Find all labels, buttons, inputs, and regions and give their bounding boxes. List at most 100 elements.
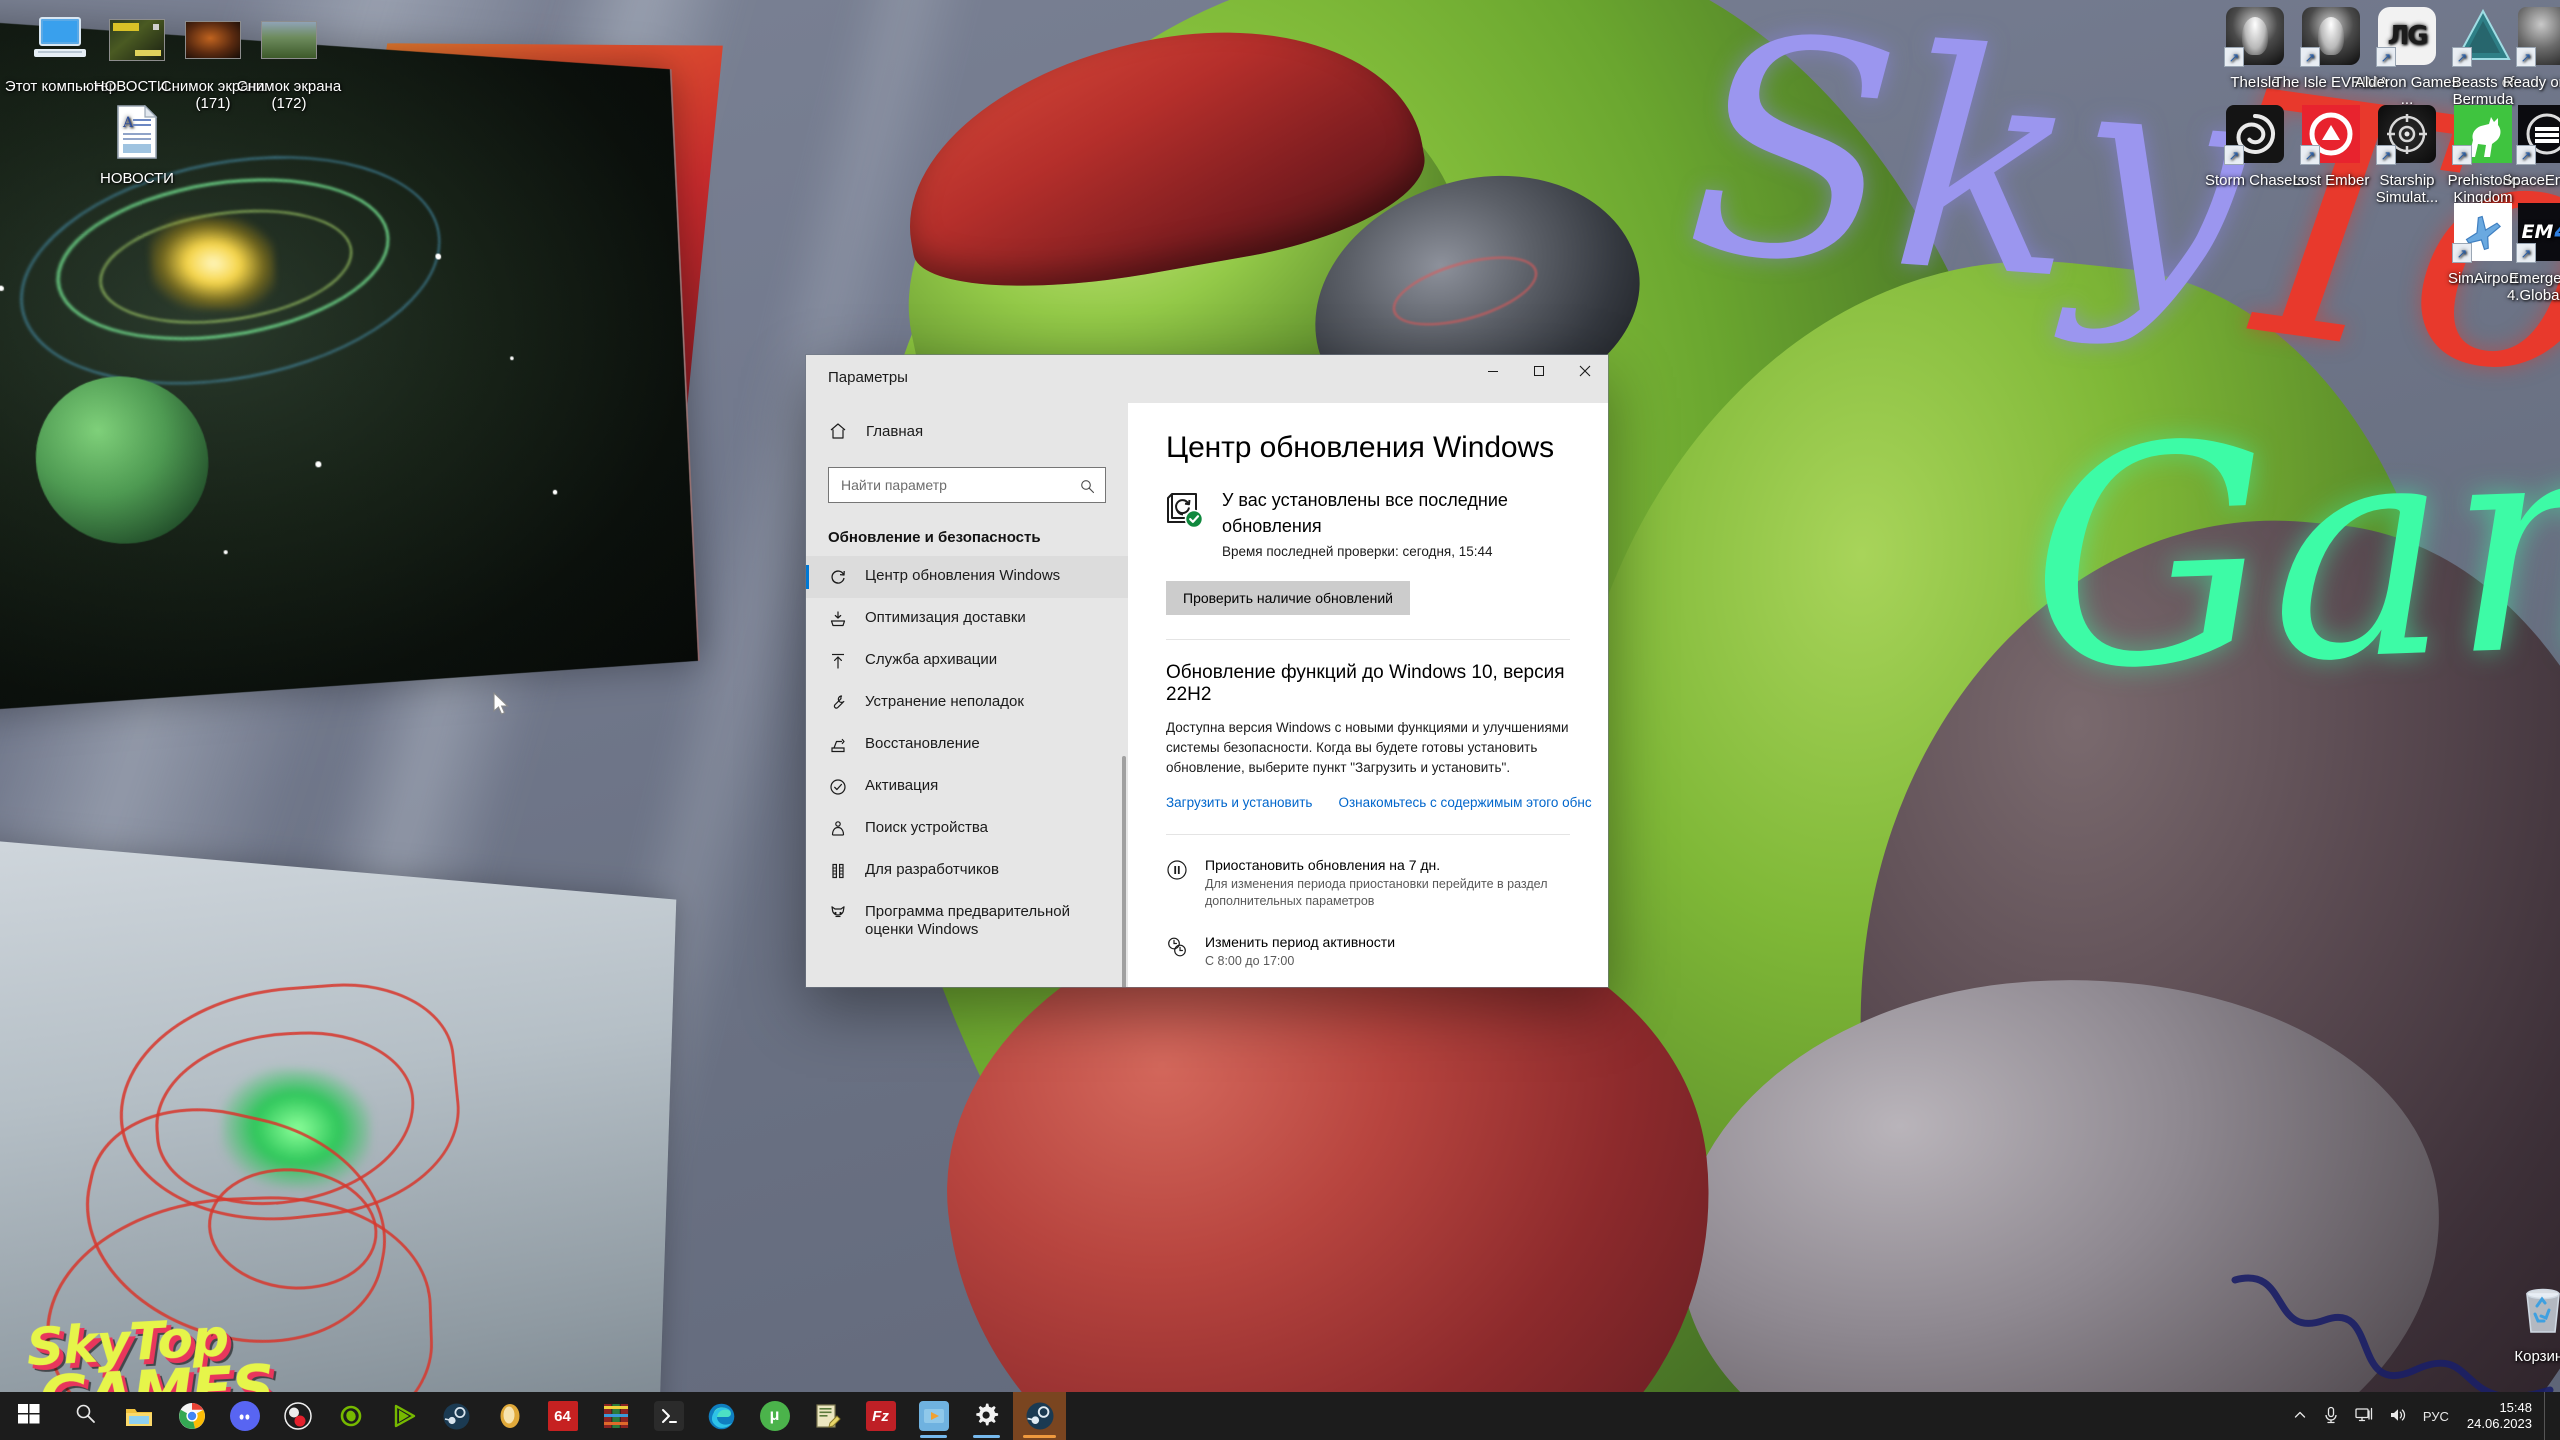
star [552,489,558,495]
check-for-updates-button[interactable]: Проверить наличие обновлений [1166,581,1410,615]
svg-text:A: A [122,115,134,131]
recycle-bin-icon [2511,1278,2560,1342]
settings-window[interactable]: Параметры Главная Найти параметр Обновле… [806,355,1608,987]
star [509,356,514,361]
sidebar-item-find-device[interactable]: Поиск устройства [806,808,1128,850]
search-input[interactable] [828,467,1106,503]
tray-language-indicator[interactable]: РУС [2415,1392,2457,1440]
sidebar-item-troubleshoot[interactable]: Устранение неполадок [806,682,1128,724]
shortcut-overlay-icon: ↗ [2452,47,2472,67]
taskbar: 64 μ Fz РУС 15:48 24.06.2023 [0,1392,2560,1440]
tray-microphone-button[interactable] [2315,1392,2347,1440]
taskbar-app-terminal[interactable] [642,1392,695,1440]
system-tray: РУС 15:48 24.06.2023 [2285,1392,2560,1440]
chevron-up-icon [2293,1408,2307,1425]
taskbar-app-steam-small[interactable] [430,1392,483,1440]
search-icon[interactable] [1076,475,1098,497]
play-green-icon [389,1401,419,1431]
64-icon: 64 [547,1401,578,1431]
taskbar-app-file-explorer[interactable] [112,1392,165,1440]
desktop-icon-label: Корзина [2514,1348,2560,1365]
steam-icon [442,1401,472,1431]
taskbar-app-nvidia-geforce[interactable] [324,1392,377,1440]
developer-tools-icon [828,861,848,881]
tray-network-button[interactable] [2347,1392,2381,1440]
show-desktop-button[interactable] [2544,1392,2554,1440]
option-subtitle: Для изменения периода приостановки перей… [1205,877,1548,908]
sidebar-item-activation[interactable]: Активация [806,766,1128,808]
window-title-bar[interactable]: Параметры [806,355,1608,403]
taskbar-app-microsoft-edge[interactable] [695,1392,748,1440]
sidebar-item-windows-update[interactable]: Центр обновления Windows [806,556,1128,598]
insider-program-icon [828,903,848,923]
shortcut-overlay-icon: ↗ [2516,145,2536,165]
option-title: Приостановить обновления на 7 дн. [1205,857,1441,873]
maximize-button[interactable] [1516,355,1562,387]
taskbar-app-settings[interactable] [960,1392,1013,1440]
tray-chevron-button[interactable] [2285,1392,2315,1440]
tray-clock[interactable]: 15:48 24.06.2023 [2457,1392,2544,1440]
pause-icon [1166,859,1188,881]
sidebar-item-recovery[interactable]: Восстановление [806,724,1128,766]
desktop-icon-label: НОВОСТИ [100,170,174,187]
taskbar-app-google-chrome[interactable] [165,1392,218,1440]
shortcut-overlay-icon: ↗ [2224,145,2244,165]
sidebar-scrollbar[interactable] [1122,756,1126,987]
shortcut-overlay-icon: ↗ [2300,47,2320,67]
taskbar-app-flame[interactable] [483,1392,536,1440]
desktop-icon-screenshot-172[interactable]: Снимок экрана (172) [230,8,348,112]
desktop-icon-ready-or-not[interactable]: ↗ Ready or Not [2488,4,2560,91]
taskbar-app-steam[interactable] [1013,1392,1066,1440]
sidebar-home-label: Главная [866,422,924,440]
sidebar-item-for-developers[interactable]: Для разработчиков [806,850,1128,892]
sidebar-item-insider-program[interactable]: Программа предварительной оценки Windows [806,892,1128,950]
tray-volume-button[interactable] [2381,1392,2415,1440]
taskbar-app-notepad-editor[interactable] [801,1392,854,1440]
feature-update-description: Доступна версия Windows с новыми функция… [1166,720,1569,775]
taskbar-app-obs-studio[interactable] [271,1392,324,1440]
tray-date: 24.06.2023 [2466,1416,2532,1431]
option-pause-updates[interactable]: Приостановить обновления на 7 дн. Для из… [1166,857,1570,910]
desktop-icon-spaceengine[interactable]: ↗ SpaceEngine [2488,102,2560,189]
tray-time: 15:48 [2499,1400,2532,1415]
download-and-install-link[interactable]: Загрузить и установить [1166,795,1312,810]
window-body: Главная Обновление и безопасность [806,403,1608,987]
desktop-icon-novosti-doc[interactable]: A НОВОСТИ [78,100,196,187]
learn-more-link[interactable]: Ознакомьтесь с содержимым этого обнс [1338,795,1591,810]
spaceengine-icon: ↗ [2515,102,2560,166]
taskbar-app-utorrent[interactable]: μ [748,1392,801,1440]
terminal-icon [653,1401,684,1431]
option-active-hours[interactable]: Изменить период активности С 8:00 до 17:… [1166,934,1570,970]
desktop-icon-label: Emergency 4.Global F... [2506,270,2560,304]
option-title: Изменить период активности [1205,934,1396,950]
desktop-icon-emergency4[interactable]: EM 4 ↗ Emergency 4.Global F... [2488,200,2560,304]
taskbar-app-media-player[interactable] [907,1392,960,1440]
update-status-title: У вас установлены все последние обновлен… [1222,490,1508,536]
taskbar-app-discord[interactable] [218,1392,271,1440]
shortcut-overlay-icon: ↗ [2300,145,2320,165]
sidebar-items-list: Центр обновления Windows Оптимизация дос… [806,556,1128,987]
settings-content-pane: Центр обновления Windows У вас установле… [1128,403,1608,987]
window-controls [1470,355,1608,387]
gear-icon [972,1401,1002,1431]
desktop-icon-recycle-bin[interactable]: Корзина [2484,1278,2560,1365]
update-status-texts: У вас установлены все последние обновлен… [1222,487,1570,559]
close-button[interactable] [1562,355,1608,387]
taskbar-search-button[interactable] [58,1392,112,1440]
update-status-subtitle: Время последней проверки: сегодня, 15:44 [1222,544,1493,559]
taskbar-app-nvidia-broadcast[interactable] [377,1392,430,1440]
taskbar-app-x64dbg[interactable]: 64 [536,1392,589,1440]
sidebar-item-delivery-optimization[interactable]: Оптимизация доставки [806,598,1128,640]
sidebar-item-home[interactable]: Главная [806,413,1128,449]
sidebar-section-title: Обновление и безопасность [828,529,1041,546]
taskbar-app-colorful[interactable] [589,1392,642,1440]
active-hours-clock-icon [1166,936,1188,958]
search-container [828,467,1106,503]
taskbar-app-filezilla[interactable]: Fz [854,1392,907,1440]
minimize-button[interactable] [1470,355,1516,387]
sidebar-item-label: Активация [865,777,939,794]
backup-upload-icon [828,651,848,671]
shortcut-overlay-icon: ↗ [2452,243,2472,263]
sidebar-item-backup[interactable]: Служба архивации [806,640,1128,682]
start-button[interactable] [0,1392,58,1440]
